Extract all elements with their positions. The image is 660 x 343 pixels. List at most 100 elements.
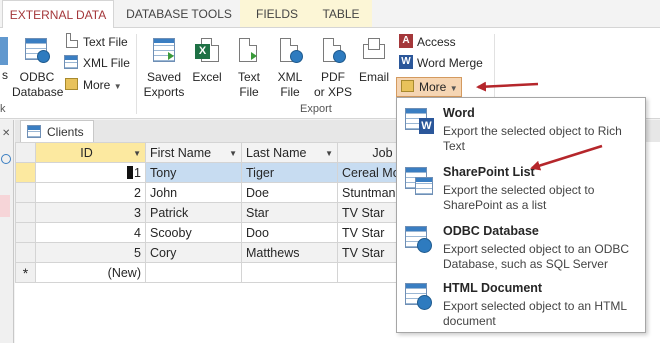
clients-table: ID ▼ First Name ▼ Last Name ▼ Job 1 Tony Ti… [15, 142, 428, 283]
column-header-first-name[interactable]: First Name ▼ [145, 142, 242, 163]
word-merge-icon: W [398, 54, 414, 70]
xml-file-export-label: XML File [277, 70, 303, 99]
chevron-down-icon[interactable]: ▼ [229, 149, 237, 158]
cell-last-name[interactable]: Doo [241, 222, 338, 243]
saved-exports-icon [150, 36, 178, 66]
menu-item-title: Word [443, 106, 475, 120]
document-tab-label: Clients [47, 125, 84, 139]
search-icon[interactable] [1, 154, 11, 164]
odbc-import-label: ODBC Database [12, 70, 64, 99]
odbc-import-button[interactable]: ODBC Database [12, 36, 64, 100]
menu-item-sharepoint-list[interactable]: SharePoint List Export the selected obje… [397, 159, 645, 217]
table-row[interactable]: 2 John Doe Stuntman [15, 182, 428, 203]
more-export-label: More [419, 80, 447, 94]
new-row-marker: * [15, 262, 36, 283]
word-merge-label: Word Merge [417, 56, 483, 70]
cell-id[interactable]: 3 [35, 202, 146, 223]
menu-item-description: Export the selected object to SharePoint… [443, 183, 595, 212]
partial-import-button[interactable]: s [0, 68, 10, 83]
cell-first-name[interactable]: John [145, 182, 242, 203]
row-selector[interactable] [15, 162, 36, 183]
more-import-label: More [83, 78, 111, 92]
select-all-corner[interactable] [15, 142, 36, 163]
table-row[interactable]: 5 Cory Matthews TV Star [15, 242, 428, 263]
cell-first-name[interactable]: Tony [145, 162, 242, 183]
word-icon: W [405, 106, 435, 138]
email-icon [360, 36, 388, 66]
email-export-button[interactable]: Email [356, 36, 392, 85]
column-header-label: ID [80, 145, 93, 160]
html-document-icon [405, 281, 435, 313]
xml-file-import-label: XML File [83, 56, 130, 70]
access-icon: A [398, 33, 414, 49]
more-import-button[interactable]: More ▼ [64, 75, 122, 95]
tab-database-tools[interactable]: DATABASE TOOLS [118, 0, 240, 27]
saved-exports-button[interactable]: Saved Exports [140, 36, 188, 100]
cell-first-name[interactable]: Scooby [145, 222, 242, 243]
cell-first-name[interactable] [145, 262, 242, 283]
navigation-pane-collapsed[interactable]: ✕ [0, 120, 14, 343]
cell-last-name[interactable] [241, 262, 338, 283]
menu-item-odbc-database[interactable]: ODBC Database Export selected object to … [397, 218, 645, 276]
text-file-icon [64, 33, 80, 49]
xml-file-import-button[interactable]: XML File [64, 53, 130, 73]
access-export-button[interactable]: A Access [398, 32, 456, 52]
export-group-label: Export [300, 103, 332, 115]
column-header-id[interactable]: ID ▼ [35, 142, 146, 163]
word-merge-button[interactable]: W Word Merge [398, 53, 483, 73]
document-tab-clients[interactable]: Clients [20, 120, 94, 142]
partial-group-label: k [0, 103, 6, 115]
cell-last-name[interactable]: Star [241, 202, 338, 223]
text-file-export-label: Text File [237, 70, 260, 99]
row-selector[interactable] [15, 222, 36, 243]
cell-id[interactable]: 4 [35, 222, 146, 243]
menu-item-title: HTML Document [443, 281, 543, 295]
menu-item-html-document[interactable]: HTML Document Export selected object to … [397, 275, 645, 333]
email-export-label: Email [358, 70, 389, 84]
cell-last-name[interactable]: Tiger [241, 162, 338, 183]
cell-id-new[interactable]: (New) [35, 262, 146, 283]
chevron-down-icon[interactable]: ▼ [325, 149, 333, 158]
menu-item-description: Export selected object to an HTML docume… [443, 299, 627, 328]
menu-item-title: SharePoint List [443, 165, 535, 179]
tab-fields[interactable]: FIELDS [244, 0, 310, 27]
tab-table[interactable]: TABLE [312, 0, 370, 27]
table-row[interactable]: 4 Scooby Doo TV Star [15, 222, 428, 243]
menu-item-word[interactable]: W Word Export the selected object to Ric… [397, 100, 645, 158]
column-header-last-name[interactable]: Last Name ▼ [241, 142, 338, 163]
chevron-down-icon: ▼ [113, 82, 122, 91]
cell-last-name[interactable]: Matthews [241, 242, 338, 263]
more-import-icon [64, 76, 80, 92]
table-row[interactable]: 3 Patrick Star TV Star [15, 202, 428, 223]
cell-first-name[interactable]: Patrick [145, 202, 242, 223]
cell-id[interactable]: 1 [35, 162, 146, 183]
table-header-row: ID ▼ First Name ▼ Last Name ▼ Job [15, 142, 428, 163]
chevron-down-icon[interactable]: ▼ [133, 149, 141, 158]
odbc-database-icon [23, 36, 51, 66]
cell-first-name[interactable]: Cory [145, 242, 242, 263]
partial-icon [0, 37, 8, 65]
menu-item-description: Export selected object to an ODBC Databa… [443, 242, 630, 271]
close-icon[interactable]: ✕ [2, 128, 10, 139]
excel-export-label: Excel [192, 70, 222, 84]
row-selector[interactable] [15, 242, 36, 263]
table-row[interactable]: 1 Tony Tiger Cereal Mod [15, 162, 428, 183]
tab-external-data[interactable]: EXTERNAL DATA [2, 0, 114, 28]
excel-export-button[interactable]: X Excel [190, 36, 224, 85]
pdf-xps-export-label: PDF or XPS [313, 70, 352, 99]
cell-id[interactable]: 5 [35, 242, 146, 263]
text-file-import-label: Text File [83, 35, 128, 49]
pdf-xps-export-button[interactable]: PDF or XPS [312, 36, 354, 100]
row-selector[interactable] [15, 182, 36, 203]
access-export-label: Access [417, 35, 456, 49]
chevron-down-icon: ▼ [449, 84, 458, 93]
text-file-import-button[interactable]: Text File [64, 32, 128, 52]
more-export-icon [400, 78, 416, 94]
xml-file-export-button[interactable]: XML File [272, 36, 308, 100]
new-record-row[interactable]: * (New) [15, 262, 428, 283]
more-export-button[interactable]: More ▼ [396, 77, 462, 97]
cell-id[interactable]: 2 [35, 182, 146, 203]
text-file-export-button[interactable]: Text File [232, 36, 266, 100]
cell-last-name[interactable]: Doe [241, 182, 338, 203]
row-selector[interactable] [15, 202, 36, 223]
